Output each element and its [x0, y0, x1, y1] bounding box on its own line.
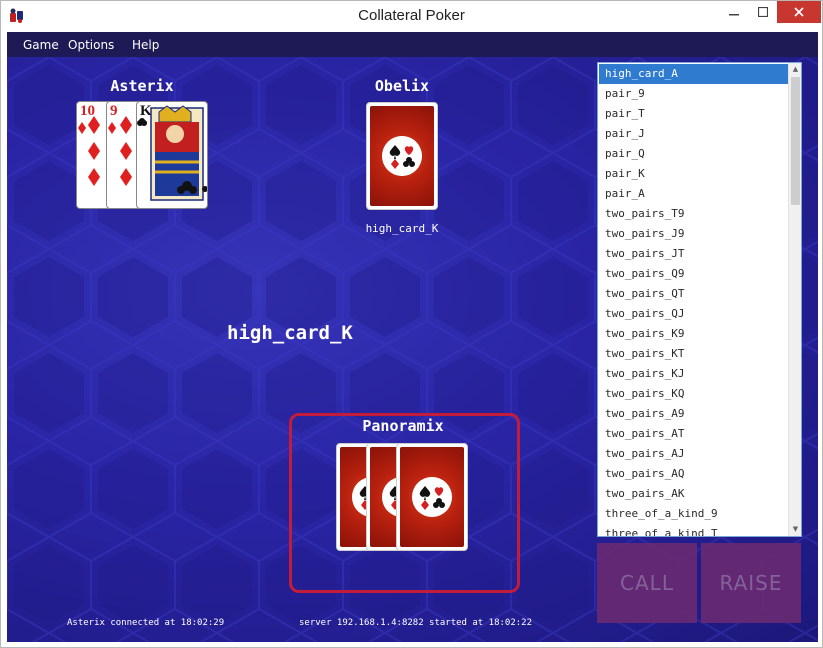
player-name-obelix: Obelix: [374, 77, 430, 95]
hand-list-item[interactable]: two_pairs_T9: [599, 204, 788, 224]
card-back-panoramix-3: [396, 443, 468, 551]
scroll-up-arrow-icon[interactable]: ▲: [789, 63, 801, 76]
hand-list-item[interactable]: three_of_a_kind_9: [599, 504, 788, 524]
close-icon: [794, 7, 804, 17]
player-name-asterix: Asterix: [110, 77, 174, 95]
hand-list-item[interactable]: two_pairs_J9: [599, 224, 788, 244]
menu-bar: Game Options Help: [7, 32, 818, 57]
minimize-icon: [729, 14, 739, 16]
close-button[interactable]: [777, 1, 821, 23]
king-face-icon: [137, 105, 207, 201]
hand-list-item[interactable]: two_pairs_AT: [599, 424, 788, 444]
menu-game[interactable]: Game: [23, 38, 59, 52]
hand-list-item[interactable]: two_pairs_QJ: [599, 304, 788, 324]
scroll-thumb[interactable]: [791, 77, 800, 205]
hand-list-item[interactable]: pair_T: [599, 104, 788, 124]
suits-medallion-icon: [412, 477, 452, 517]
window-title: Collateral Poker: [358, 7, 465, 24]
hand-list-item[interactable]: pair_K: [599, 164, 788, 184]
hand-list-item[interactable]: two_pairs_QT: [599, 284, 788, 304]
hand-list-item[interactable]: two_pairs_KT: [599, 344, 788, 364]
menu-help[interactable]: Help: [132, 38, 159, 52]
status-connection: Asterix connected at 18:02:29: [67, 618, 225, 628]
card-back-obelix: [366, 102, 438, 210]
obelix-hand-label: high_card_K: [365, 222, 439, 235]
current-hand-label: high_card_K: [227, 322, 353, 344]
card-king-clubs: K: [136, 101, 208, 209]
hand-list-item[interactable]: two_pairs_AQ: [599, 464, 788, 484]
hand-list-item[interactable]: pair_A: [599, 184, 788, 204]
hand-list-item[interactable]: pair_J: [599, 124, 788, 144]
scroll-down-arrow-icon[interactable]: ▼: [789, 523, 801, 536]
status-server: server 192.168.1.4:8282 started at 18:02…: [299, 618, 532, 628]
maximize-button[interactable]: [749, 1, 777, 23]
raise-button[interactable]: RAISE: [701, 543, 801, 623]
hand-list[interactable]: high_card_A pair_9 pair_T pair_J pair_Q pair_…: [597, 62, 802, 537]
hand-list-item[interactable]: three_of_a_kind_T: [599, 524, 788, 536]
hand-list-item[interactable]: two_pairs_K9: [599, 324, 788, 344]
hand-list-item[interactable]: two_pairs_KJ: [599, 364, 788, 384]
hand-list-item[interactable]: two_pairs_A9: [599, 404, 788, 424]
hand-list-item[interactable]: two_pairs_KQ: [599, 384, 788, 404]
suits-medallion-icon: [382, 136, 422, 176]
hand-list-item[interactable]: pair_Q: [599, 144, 788, 164]
hand-list-scrollbar[interactable]: ▲ ▼: [788, 63, 801, 536]
title-bar: Collateral Poker: [1, 1, 822, 31]
hand-list-item[interactable]: two_pairs_AJ: [599, 444, 788, 464]
app-window: Collateral Poker Game Options Help Aster…: [0, 0, 823, 648]
hand-list-item[interactable]: high_card_A: [599, 64, 788, 84]
hand-list-item[interactable]: two_pairs_JT: [599, 244, 788, 264]
hand-list-item[interactable]: two_pairs_AK: [599, 484, 788, 504]
player-name-panoramix: Panoramix: [362, 417, 444, 435]
minimize-button[interactable]: [719, 1, 749, 23]
hand-list-item[interactable]: two_pairs_Q9: [599, 264, 788, 284]
call-button[interactable]: CALL: [597, 543, 697, 623]
maximize-icon: [758, 7, 768, 17]
hand-list-item[interactable]: pair_9: [599, 84, 788, 104]
menu-options[interactable]: Options: [68, 38, 114, 52]
